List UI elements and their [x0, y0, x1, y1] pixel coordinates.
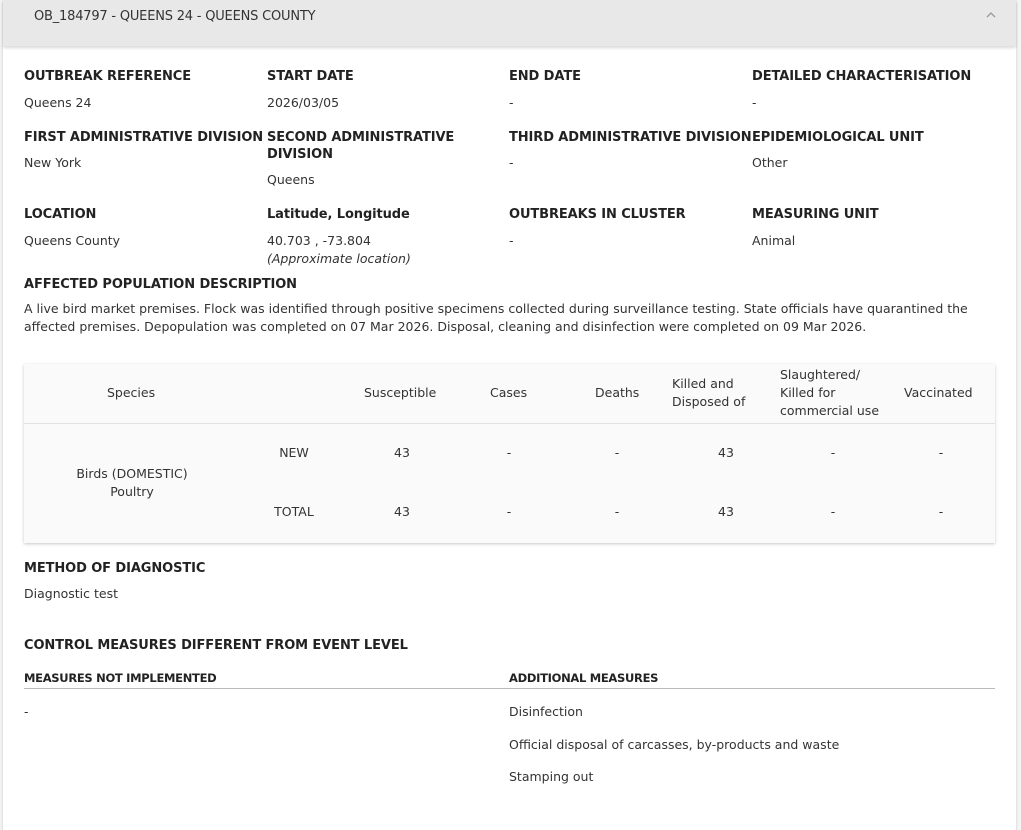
outbreak-panel-header[interactable]: OB_184797 - QUEENS 24 - QUEENS COUNTY: [3, 0, 1016, 46]
th-susceptible: Susceptible: [364, 385, 437, 400]
th-deaths: Deaths: [595, 385, 640, 400]
lat-long-value: 40.703 , -73.804: [267, 233, 371, 248]
not-implemented-item: -: [24, 704, 29, 719]
species-table: Species Susceptible Cases Deaths Killed …: [24, 364, 995, 543]
additional-measure-item: Stamping out: [509, 769, 594, 784]
second-admin-division-value: Queens: [267, 172, 315, 187]
outbreaks-in-cluster-value: -: [509, 233, 514, 248]
th-killed-line2: Disposed of: [672, 394, 746, 409]
vaccinated-cell: -: [938, 504, 944, 519]
susceptible-cell: 43: [394, 445, 410, 460]
species-category: Poultry: [110, 484, 154, 499]
deaths-cell: -: [614, 504, 620, 519]
epidemiological-unit-value: Other: [752, 155, 788, 170]
th-slaughtered-line3: commercial use: [780, 403, 880, 418]
measures-divider: [24, 688, 995, 689]
row-type: TOTAL: [274, 504, 314, 519]
end-date-label: END DATE: [509, 69, 581, 84]
additional-measure-item: Official disposal of carcasses, by-produ…: [509, 737, 840, 752]
control-measures-label: CONTROL MEASURES DIFFERENT FROM EVENT LE…: [24, 638, 408, 653]
location-value: Queens County: [24, 233, 121, 248]
detailed-characterisation-value: -: [752, 95, 757, 110]
vaccinated-cell: -: [938, 445, 944, 460]
species-cell: Birds (DOMESTIC) Poultry: [54, 465, 210, 501]
th-slaughtered-line1: Slaughtered/: [780, 367, 861, 382]
second-admin-division-label: SECOND ADMINISTRATIVE DIVISION: [267, 129, 454, 163]
cases-cell: -: [506, 504, 512, 519]
slaughtered-cell: -: [830, 445, 836, 460]
th-killed-disposed: Killed and Disposed of: [672, 375, 745, 411]
outbreaks-in-cluster-label: OUTBREAKS IN CLUSTER: [509, 207, 686, 222]
th-cases: Cases: [490, 385, 528, 400]
measuring-unit-value: Animal: [752, 233, 796, 248]
affected-population-text: A live bird market premises. Flock was i…: [24, 301, 968, 334]
third-admin-division-label: THIRD ADMINISTRATIVE DIVISION: [509, 130, 752, 145]
susceptible-cell: 43: [394, 504, 410, 519]
start-date-label: START DATE: [267, 69, 354, 84]
third-admin-division-value: -: [509, 155, 514, 170]
table-header-row: Species Susceptible Cases Deaths Killed …: [24, 364, 995, 424]
slaughtered-cell: -: [830, 504, 836, 519]
panel-title: OB_184797 - QUEENS 24 - QUEENS COUNTY: [34, 9, 316, 24]
th-vaccinated: Vaccinated: [904, 385, 973, 400]
additional-measures-label: ADDITIONAL MEASURES: [509, 671, 659, 685]
epidemiological-unit-label: EPIDEMIOLOGICAL UNIT: [752, 130, 924, 145]
th-slaughtered-line2: Killed for: [780, 385, 836, 400]
first-admin-division-label: FIRST ADMINISTRATIVE DIVISION: [24, 130, 264, 145]
affected-population-label: AFFECTED POPULATION DESCRIPTION: [24, 277, 297, 292]
row-type: NEW: [279, 445, 309, 460]
cases-cell: -: [506, 445, 512, 460]
outbreak-panel: OB_184797 - QUEENS 24 - QUEENS COUNTY OU…: [3, 0, 1016, 830]
chevron-up-icon[interactable]: [986, 10, 996, 20]
detailed-characterisation-label: DETAILED CHARACTERISATION: [752, 69, 972, 84]
diagnostic-label: METHOD OF DIAGNOSTIC: [24, 561, 206, 576]
start-date-value: 2026/03/05: [267, 95, 340, 110]
outbreak-reference-value: Queens 24: [24, 95, 92, 110]
end-date-value: -: [509, 95, 514, 110]
th-killed-line1: Killed and: [672, 376, 734, 391]
th-slaughtered: Slaughtered/ Killed for commercial use: [780, 366, 879, 420]
th-species: Species: [107, 385, 156, 400]
second-admin-division-label-line1: SECOND ADMINISTRATIVE: [267, 130, 455, 145]
first-admin-division-value: New York: [24, 155, 82, 170]
measuring-unit-label: MEASURING UNIT: [752, 207, 879, 222]
killed-cell: 43: [718, 504, 734, 519]
location-label: LOCATION: [24, 207, 97, 222]
species-name: Birds (DOMESTIC): [76, 466, 188, 481]
lat-long-label: Latitude, Longitude: [267, 207, 410, 222]
additional-measure-item: Disinfection: [509, 704, 583, 719]
deaths-cell: -: [614, 445, 620, 460]
measures-not-implemented-label: MEASURES NOT IMPLEMENTED: [24, 671, 217, 685]
second-admin-division-label-line2: DIVISION: [267, 147, 333, 162]
approximate-location-note: (Approximate location): [267, 251, 411, 266]
diagnostic-value: Diagnostic test: [24, 586, 119, 601]
outbreak-reference-label: OUTBREAK REFERENCE: [24, 69, 191, 84]
killed-cell: 43: [718, 445, 734, 460]
